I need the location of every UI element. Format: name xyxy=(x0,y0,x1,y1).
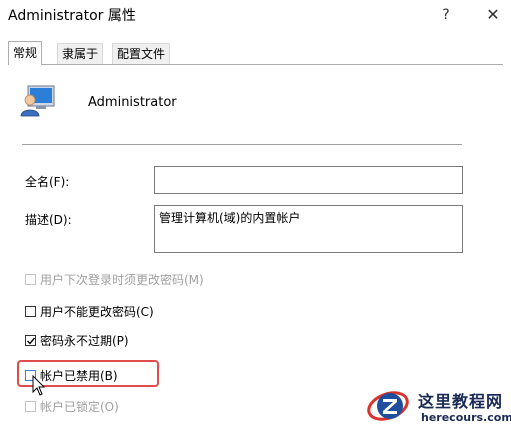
username-label: Administrator xyxy=(88,95,177,110)
checkbox-box[interactable] xyxy=(25,400,36,412)
checkbox-box[interactable] xyxy=(25,273,36,285)
checkbox-cannot-change-password[interactable]: 用户不能更改密码(C) xyxy=(25,302,154,320)
tab-profile[interactable]: 配置文件 xyxy=(112,43,171,64)
watermark-name: 这里教程网 xyxy=(418,392,504,411)
checkbox-label: 用户下次登录时须更改密码(M) xyxy=(40,272,204,287)
fullname-label: 全名(F): xyxy=(25,175,70,189)
checkbox-label: 帐户已锁定(O) xyxy=(40,399,119,414)
tab-general[interactable]: 常规 xyxy=(8,41,43,65)
description-label: 描述(D): xyxy=(25,213,72,227)
watermark-url: herecours.com xyxy=(421,411,511,424)
checkbox-account-locked[interactable]: 帐户已锁定(O) xyxy=(25,397,119,415)
tab-member-of[interactable]: 隶属于 xyxy=(57,43,104,64)
close-button[interactable]: ✕ xyxy=(480,2,506,28)
window-title: Administrator 属性 xyxy=(8,8,136,24)
checkbox-label: 用户不能更改密码(C) xyxy=(40,304,154,319)
title-bar: Administrator 属性 ? ✕ xyxy=(0,0,511,30)
help-button[interactable]: ? xyxy=(433,2,459,28)
checkbox-password-never-expires[interactable]: 密码永不过期(P) xyxy=(25,331,129,349)
mouse-pointer-icon xyxy=(32,375,46,396)
description-input[interactable]: 管理计算机(域)的内置帐户 xyxy=(154,205,463,253)
checkbox-box[interactable] xyxy=(25,334,36,346)
checkmark-icon xyxy=(27,337,36,345)
user-account-icon xyxy=(20,85,55,117)
checkbox-must-change-password[interactable]: 用户下次登录时须更改密码(M) xyxy=(25,270,204,288)
separator xyxy=(22,144,462,145)
watermark-logo-icon xyxy=(367,391,409,421)
fullname-input[interactable] xyxy=(154,166,463,194)
watermark: 这里教程网 herecours.com xyxy=(366,384,511,429)
checkbox-box[interactable] xyxy=(25,305,36,317)
checkbox-label: 密码永不过期(P) xyxy=(40,333,129,348)
